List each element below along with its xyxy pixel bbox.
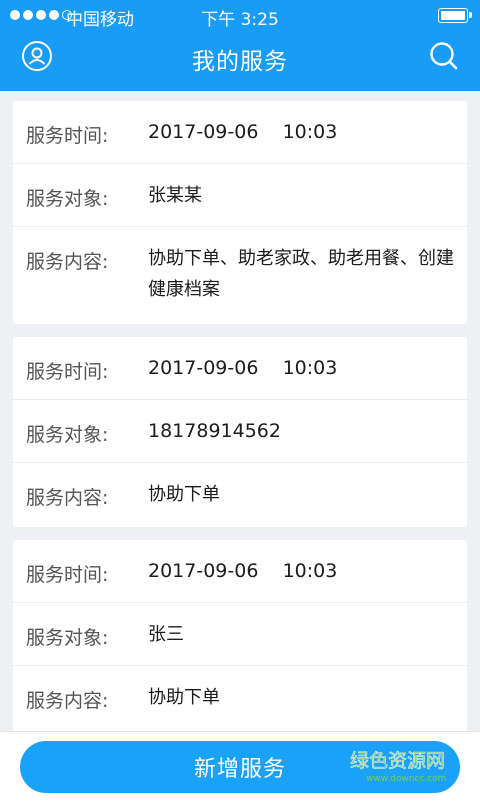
service-time-value: 2017-09-06 10:03 [148,560,338,582]
service-content-value: 协助下单 [148,484,220,505]
service-target-value: 张三 [148,624,184,645]
service-time-row: 服务时间: 2017-09-06 10:03 [13,337,467,400]
page-title: 我的服务 [192,49,288,75]
service-target-value: 18178914562 [148,420,281,442]
footer-bar: 新增服务 [0,731,480,801]
service-time-label: 服务时间: [26,361,109,383]
service-target-label: 服务对象: [26,188,109,210]
service-target-label: 服务对象: [26,627,109,649]
service-list: 服务时间: 2017-09-06 10:03 服务对象: 张某某 服务内容: 协… [0,91,480,731]
service-time-value: 2017-09-06 10:03 [148,357,338,379]
service-content-label: 服务内容: [26,487,109,509]
service-time-row: 服务时间: 2017-09-06 10:03 [13,540,467,603]
service-time-label: 服务时间: [26,125,109,147]
service-content-row: 服务内容: 协助下单 [13,666,467,731]
service-time-label: 服务时间: [26,564,109,586]
service-content-value: 协助下单、助老家政、助老用餐、创建健康档案 [148,248,454,300]
service-card[interactable]: 服务时间: 2017-09-06 10:03 服务对象: 18178914562… [13,337,467,527]
service-content-row: 服务内容: 协助下单 [13,463,467,527]
service-card[interactable]: 服务时间: 2017-09-06 10:03 服务对象: 张某某 服务内容: 协… [13,101,467,324]
service-card[interactable]: 服务时间: 2017-09-06 10:03 服务对象: 张三 服务内容: 协助… [13,540,467,731]
battery-icon [438,8,472,23]
service-time-value: 2017-09-06 10:03 [148,121,338,143]
service-target-label: 服务对象: [26,424,109,446]
status-bar: 中国移动 下午 3:25 [0,0,480,32]
app-header: 中国移动 下午 3:25 我的服务 [0,0,480,91]
service-time-row: 服务时间: 2017-09-06 10:03 [13,101,467,164]
search-icon[interactable] [428,40,460,72]
service-content-label: 服务内容: [26,690,109,712]
service-content-row: 服务内容: 协助下单、助老家政、助老用餐、创建健康档案 [13,227,467,324]
service-content-value: 协助下单 [148,687,220,708]
service-target-row: 服务对象: 张三 [13,603,467,666]
add-service-button[interactable]: 新增服务 [20,741,460,793]
service-content-label: 服务内容: [26,251,109,273]
status-time: 下午 3:25 [201,10,279,30]
service-target-row: 服务对象: 张某某 [13,164,467,227]
service-target-row: 服务对象: 18178914562 [13,400,467,463]
service-target-value: 张某某 [148,185,202,206]
